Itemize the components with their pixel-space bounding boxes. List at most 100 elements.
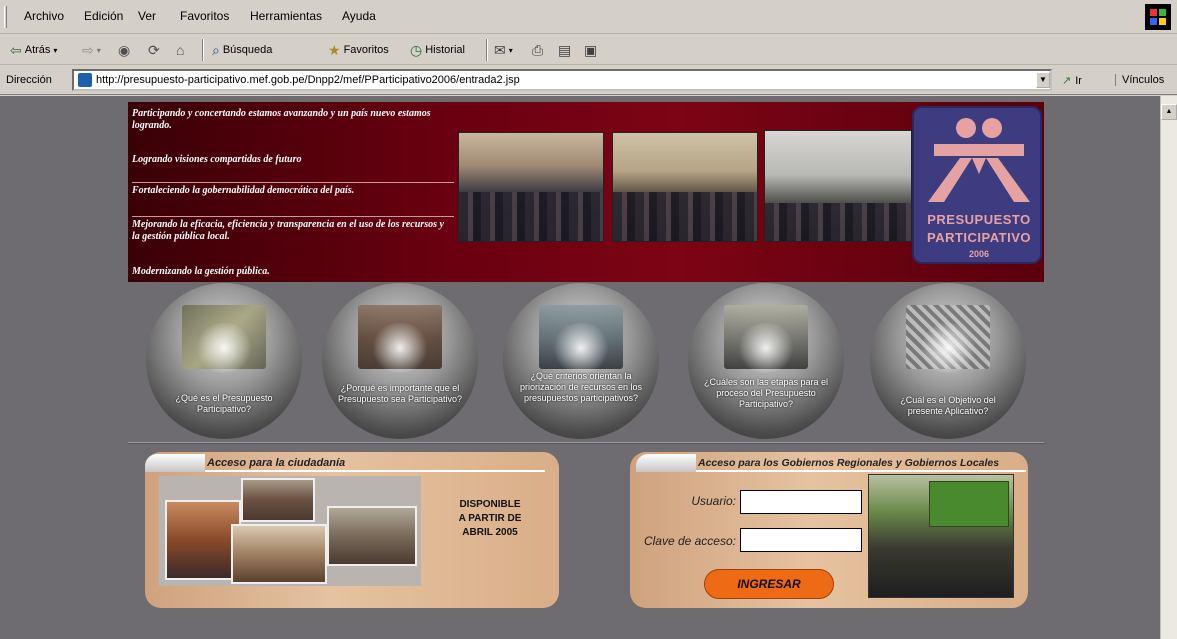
menu-favoritos[interactable]: Favoritos [180, 9, 229, 23]
people-logo-icon [928, 118, 1030, 202]
banner-slogans: Participando y concertando estamos avanz… [128, 102, 458, 282]
refresh-button[interactable]: ⟳ [148, 40, 160, 60]
collage-photo-family [165, 500, 241, 580]
favorites-label: Favoritos [343, 44, 389, 56]
banner-photo-auditorium [458, 132, 604, 242]
address-input[interactable]: http://presupuesto-participativo.mef.gob… [72, 69, 1052, 91]
menu-herramientas[interactable]: Herramientas [250, 9, 322, 23]
menu-ver[interactable]: Ver [138, 9, 156, 23]
print-button[interactable]: ⎙ [532, 40, 543, 60]
forward-arrow-icon: ⇨ [82, 42, 94, 58]
mail-dropdown-icon: ▾ [508, 45, 513, 55]
back-arrow-icon: ⇦ [10, 42, 22, 58]
search-label: Búsqueda [222, 44, 273, 56]
menu-edicion[interactable]: Edición [84, 9, 123, 23]
citizen-photo-collage [159, 476, 421, 586]
banner-line: Fortaleciendo la gobernabilidad democrát… [132, 182, 454, 197]
menu-ayuda[interactable]: Ayuda [342, 9, 376, 23]
address-url: http://presupuesto-participativo.mef.gob… [96, 74, 520, 86]
favorites-icon: ★ [328, 42, 341, 58]
menu-bar: Archivo Edición Ver Favoritos Herramient… [0, 0, 1177, 34]
forward-dropdown-icon: ▾ [96, 45, 101, 55]
search-icon: ⌕ [212, 42, 220, 58]
circle-link-que-es[interactable]: ¿Qué es el Presupuesto Participativo? [146, 283, 302, 439]
government-access-panel: Acceso para los Gobiernos Regionales y G… [630, 452, 1028, 608]
collage-photo-crowd [327, 506, 417, 566]
banner-line: Mejorando la eficacia, eficiencia y tran… [132, 216, 454, 243]
page-icon [78, 73, 92, 87]
gov-panel-title-text: Acceso para los Gobiernos Regionales y G… [698, 457, 1000, 469]
forward-button[interactable]: ⇨ ▾ [82, 40, 101, 60]
history-button[interactable]: ◷ Historial [410, 40, 465, 60]
availability-notice: DISPONIBLE A PARTIR DE ABRIL 2005 [445, 498, 535, 540]
standard-toolbar: ⇦ Atrás ▾ ⇨ ▾ ◉ ⟳ ⌂ ⌕ Búsqueda ★ Favorit… [0, 34, 1177, 65]
mail-icon: ✉ [494, 42, 506, 58]
links-button[interactable]: Vínculos [1115, 74, 1164, 86]
circle-link-criterios[interactable]: ¿Qué criterios orientan la priorización … [503, 283, 659, 439]
toolbar-separator [486, 39, 488, 61]
menu-archivo[interactable]: Archivo [24, 9, 64, 23]
home-icon: ⌂ [176, 42, 185, 58]
edit-button[interactable]: ▤ [558, 40, 571, 60]
gov-panel-photo-workshop [868, 474, 1014, 598]
circle-link-porque-importante[interactable]: ¿Porqué es importante que el Presupuesto… [322, 283, 478, 439]
address-bar: Dirección http://presupuesto-participati… [0, 65, 1177, 95]
address-label: Dirección [6, 74, 52, 86]
gov-panel-title: Acceso para los Gobiernos Regionales y G… [636, 454, 1026, 472]
back-label: Atrás [24, 44, 51, 56]
availability-line: DISPONIBLE [459, 499, 521, 510]
print-icon: ⎙ [532, 42, 544, 58]
go-button[interactable]: ↗ Ir [1062, 74, 1082, 88]
refresh-icon: ⟳ [148, 42, 160, 58]
go-label: Ir [1075, 74, 1082, 87]
banner-photo-panel [764, 130, 912, 242]
collage-photo-handshake [241, 478, 315, 522]
vertical-scrollbar[interactable]: ▲ [1160, 96, 1177, 639]
banner-line: Logrando visiones compartidas de futuro [132, 154, 302, 165]
toolbar-separator [202, 39, 204, 61]
circle-caption: ¿Porqué es importante que el Presupuesto… [337, 383, 463, 404]
citizen-access-panel: Acceso para la ciudadanía DISPONIBLE A P… [145, 452, 559, 608]
username-label: Usuario: [691, 494, 736, 508]
presupuesto-participativo-logo: PRESUPUESTO PARTICIPATIVO 2006 [912, 106, 1042, 264]
ingresar-button[interactable]: INGRESAR [704, 569, 834, 599]
discuss-button[interactable]: ▣ [584, 40, 597, 60]
section-divider [128, 442, 1044, 444]
scroll-up-icon[interactable]: ▲ [1161, 104, 1177, 120]
stop-button[interactable]: ◉ [118, 40, 130, 60]
banner-line: Modernizando la gestión pública. [132, 266, 270, 277]
toolbar-grip [4, 6, 7, 28]
history-label: Historial [425, 44, 465, 56]
username-field[interactable] [740, 490, 862, 514]
password-field[interactable] [740, 528, 862, 552]
history-icon: ◷ [410, 42, 423, 58]
search-button[interactable]: ⌕ Búsqueda [212, 40, 272, 60]
stop-icon: ◉ [118, 42, 131, 58]
banner-line: Participando y concertando estamos avanz… [132, 108, 431, 131]
collage-photo-group [231, 524, 327, 584]
mail-button[interactable]: ✉ ▾ [494, 40, 513, 60]
logo-year: 2006 [968, 249, 990, 259]
discuss-icon: ▣ [584, 42, 598, 58]
go-arrow-icon: ↗ [1062, 75, 1072, 87]
logo-text-line2: PARTICIPATIVO [927, 230, 1031, 245]
favorites-button[interactable]: ★ Favoritos [328, 40, 389, 60]
circle-caption: ¿Qué es el Presupuesto Participativo? [175, 393, 273, 414]
circle-caption: ¿Cuál es el Objetivo del presente Aplica… [900, 395, 996, 416]
citizen-panel-title: Acceso para la ciudadanía [145, 454, 545, 472]
availability-line: A PARTIR DE [458, 513, 522, 524]
circle-link-etapas[interactable]: ¿Cuáles son las etapas para el proceso d… [688, 283, 844, 439]
address-dropdown-icon[interactable]: ▼ [1036, 72, 1050, 88]
password-label: Clave de acceso: [643, 534, 736, 548]
header-banner: Participando y concertando estamos avanz… [128, 102, 1044, 282]
availability-line: ABRIL 2005 [462, 527, 518, 538]
windows-logo-icon [1145, 4, 1171, 30]
circle-link-objetivo[interactable]: ¿Cuál es el Objetivo del presente Aplica… [870, 283, 1026, 439]
circle-caption: ¿Qué criterios orientan la priorización … [519, 371, 643, 403]
logo-text-line1: PRESUPUESTO [927, 212, 1031, 227]
circle-caption: ¿Cuáles son las etapas para el proceso d… [703, 377, 829, 409]
edit-icon: ▤ [558, 42, 572, 58]
page-viewport: Participando y concertando estamos avanz… [0, 96, 1160, 639]
home-button[interactable]: ⌂ [176, 40, 184, 60]
back-button[interactable]: ⇦ Atrás ▾ [10, 40, 57, 60]
